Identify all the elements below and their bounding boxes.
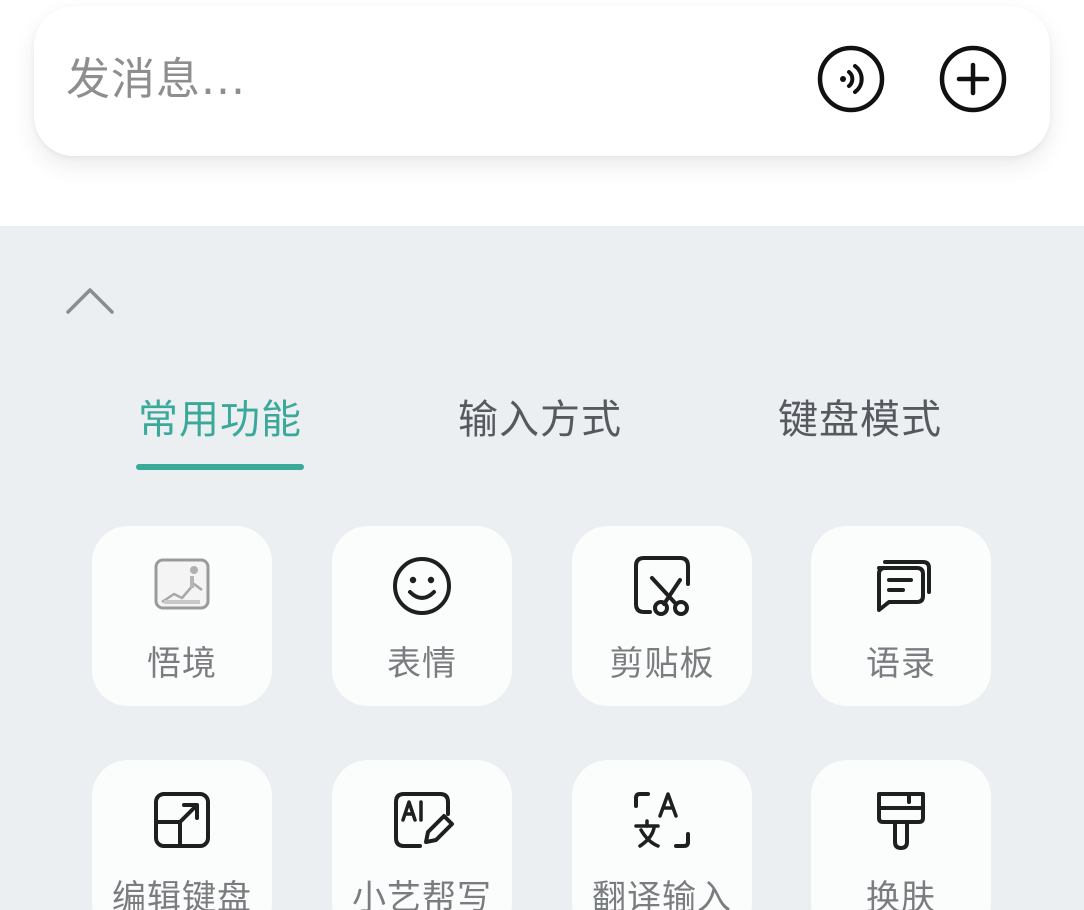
screen: 发消息... 常用功能 输入方式 键盘模式 悟境 表情 剪贴板 语录 编辑键盘 … [0, 0, 1084, 910]
tile-label: 表情 [387, 644, 457, 684]
voice-button[interactable] [816, 44, 886, 114]
tile-label: 编辑键盘 [112, 878, 252, 910]
more-options-button[interactable] [938, 44, 1008, 114]
tile-wujing[interactable]: 悟境 [92, 526, 272, 706]
message-input-placeholder[interactable]: 发消息... [66, 52, 246, 108]
translate-icon [630, 788, 694, 852]
tile-emoji[interactable]: 表情 [332, 526, 512, 706]
image-gallery-icon [150, 554, 214, 618]
edit-keyboard-icon [150, 788, 214, 852]
tile-label: 剪贴板 [609, 644, 715, 684]
plus-circle-icon [939, 45, 1007, 113]
tab-keyboard-mode[interactable]: 键盘模式 [778, 392, 942, 448]
tile-label: 翻译输入 [592, 878, 732, 910]
message-area: 发消息... [0, 0, 1084, 226]
chevron-up-icon [66, 288, 114, 314]
tile-translate[interactable]: 翻译输入 [572, 760, 752, 910]
ai-write-icon [390, 788, 454, 852]
tile-label: 语录 [866, 644, 936, 684]
tile-skin[interactable]: 换肤 [811, 760, 991, 910]
tab-common-functions[interactable]: 常用功能 [138, 392, 302, 448]
voice-icon [817, 45, 885, 113]
tab-input-methods[interactable]: 输入方式 [458, 392, 622, 448]
tile-ai-write[interactable]: 小艺帮写 [332, 760, 512, 910]
chat-bubbles-icon [869, 554, 933, 618]
tile-edit-keyboard[interactable]: 编辑键盘 [92, 760, 272, 910]
tile-label: 悟境 [147, 644, 217, 684]
tile-label: 小艺帮写 [352, 878, 492, 910]
collapse-panel-button[interactable] [62, 280, 118, 320]
tile-clipboard[interactable]: 剪贴板 [572, 526, 752, 706]
paint-brush-icon [869, 788, 933, 852]
tile-quotes[interactable]: 语录 [811, 526, 991, 706]
clipboard-scissors-icon [630, 554, 694, 618]
function-panel: 常用功能 输入方式 键盘模式 悟境 表情 剪贴板 语录 编辑键盘 小艺帮写 翻译… [0, 226, 1084, 910]
tile-label: 换肤 [866, 878, 936, 910]
smiley-face-icon [390, 554, 454, 618]
message-input-bar[interactable]: 发消息... [34, 6, 1050, 156]
active-tab-indicator [136, 464, 304, 470]
